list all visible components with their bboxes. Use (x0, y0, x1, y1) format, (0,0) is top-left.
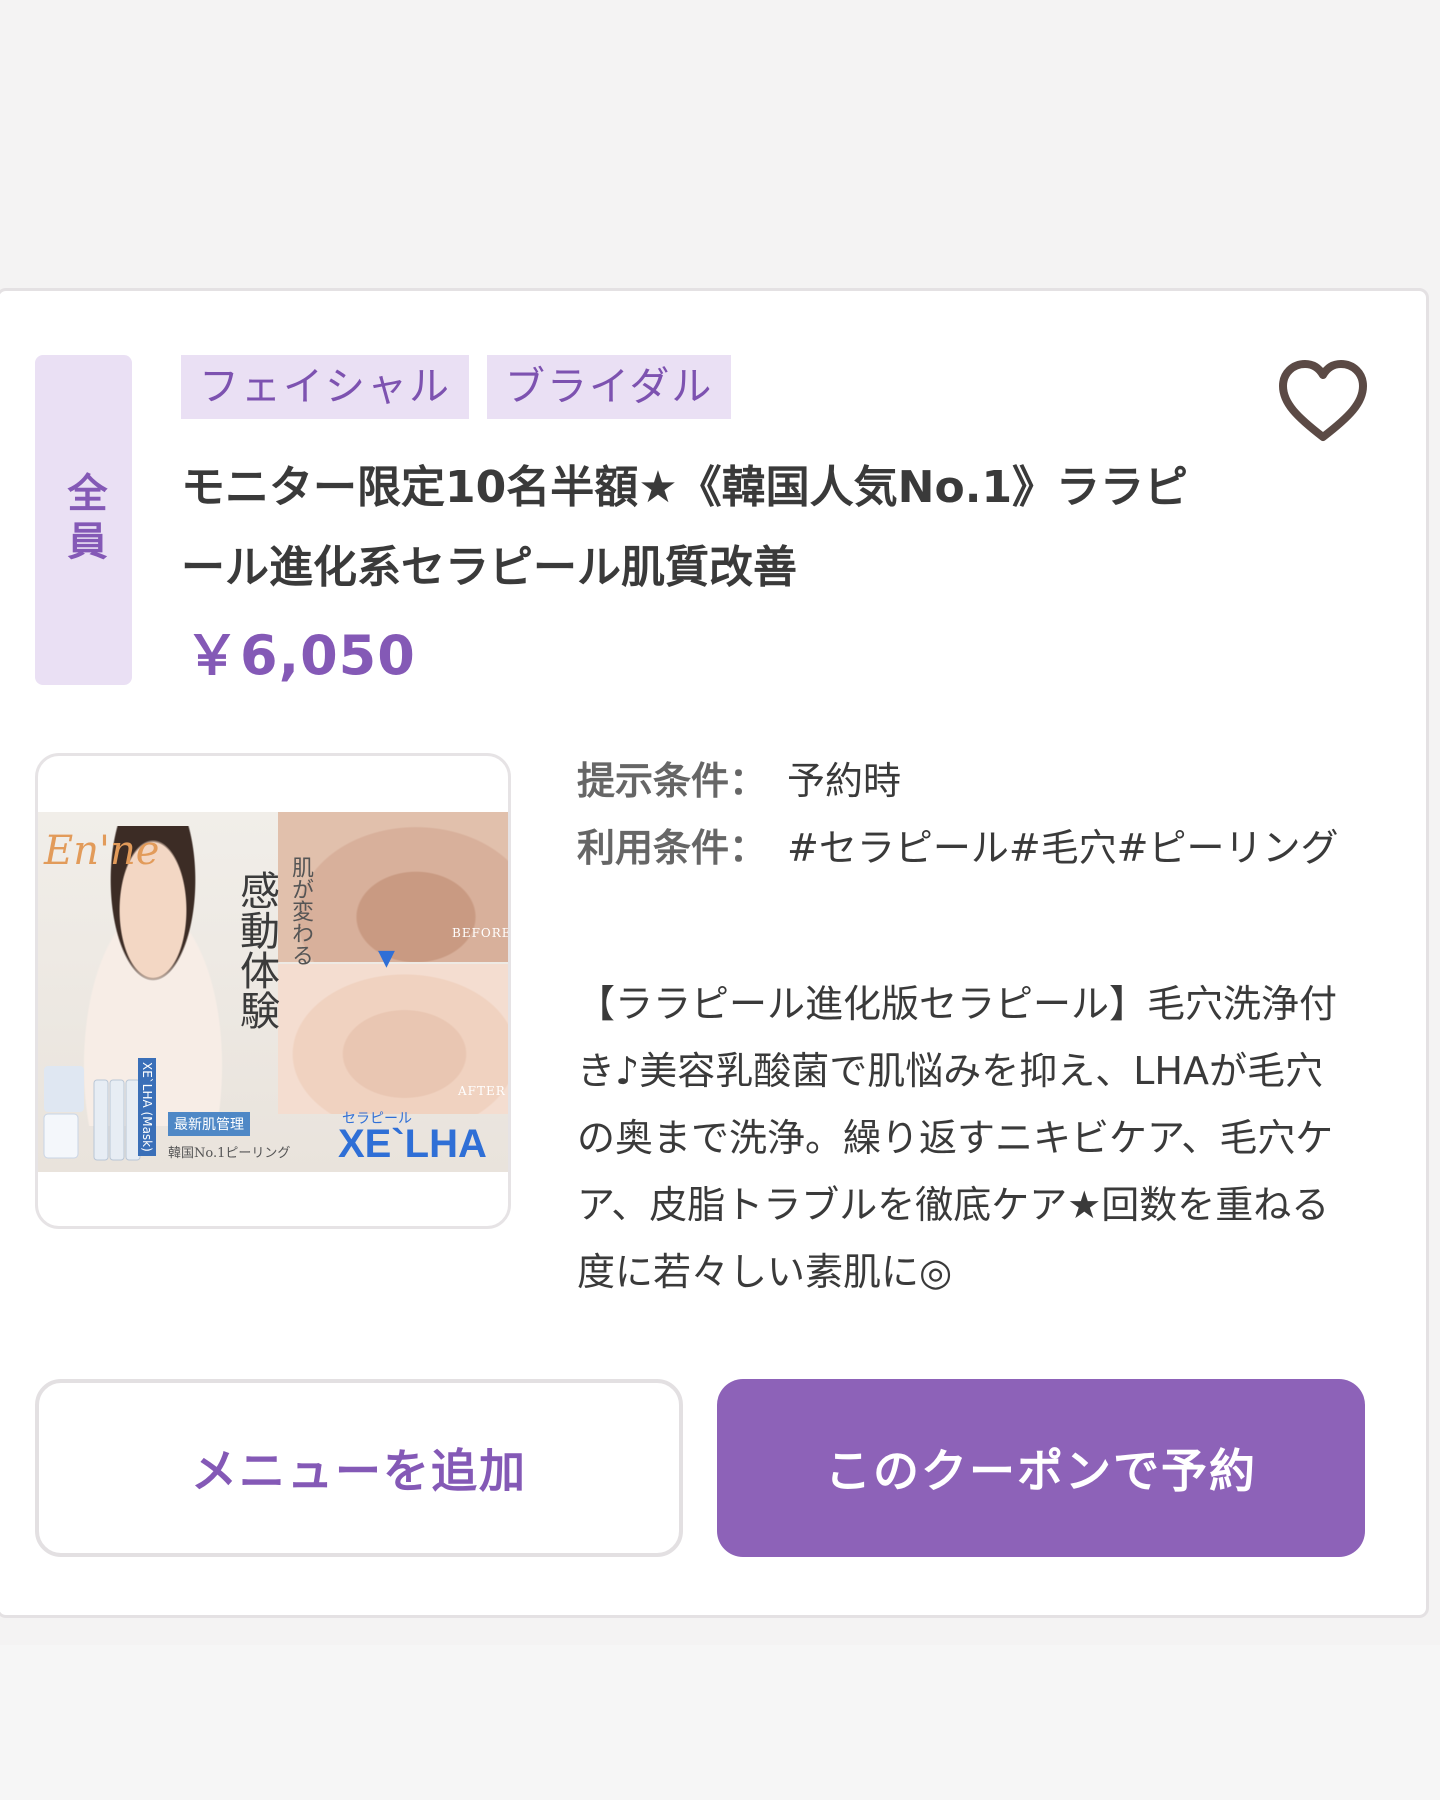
target-badge: 全員 (35, 355, 132, 685)
condition-label: 利用条件： (577, 826, 768, 870)
favorite-button[interactable] (1277, 359, 1369, 443)
tag-bridal: ブライダル (487, 355, 732, 419)
heart-outline-icon (1279, 360, 1367, 441)
target-badge-label: 全員 (60, 472, 107, 568)
condition-row: 利用条件： #セラピール#毛穴#ピーリング (577, 815, 1347, 882)
before-label: BEFORE (452, 926, 508, 940)
arrow-down-icon: ▼ (378, 946, 395, 971)
page-footer-band (0, 1645, 1440, 1800)
after-label: AFTER (458, 1084, 506, 1098)
coupon-image-frame[interactable]: En'ne BEFORE AFTER ▼ 感動体験 肌が変わる XE`LHA (… (35, 753, 511, 1229)
coupon-description: 【ララピール進化版セラピール】毛穴洗浄付き♪美容乳酸菌で肌悩みを抑え、LHAが毛… (577, 982, 1338, 1294)
coupon-card: 全員 フェイシャル ブライダル モニター限定10名半額★《韓国人気No.1》ララ… (0, 288, 1429, 1618)
page: 全員 フェイシャル ブライダル モニター限定10名半額★《韓国人気No.1》ララ… (0, 0, 1440, 1800)
condition-value: 予約時 (787, 759, 902, 803)
condition-label: 提示条件： (577, 759, 768, 803)
bottle-label: XE`LHA (Mask) (138, 1058, 156, 1156)
condition-row: 提示条件： 予約時 (577, 748, 1347, 815)
product-logo: XE`LHA (338, 1122, 487, 1166)
ad-caption: 韓国No.1ピーリング (168, 1146, 291, 1161)
coupon-title: モニター限定10名半額★《韓国人気No.1》ララピール進化系セラピール肌質改善 (181, 462, 1189, 593)
ad-headline: 感動体験 (233, 870, 279, 1030)
ad-subhead: 肌が変わる (288, 856, 313, 966)
tag-facial: フェイシャル (181, 355, 469, 419)
coupon-price: ￥6,050 (185, 624, 416, 687)
new-treatment-tag: 最新肌管理 (168, 1112, 250, 1136)
coupon-conditions: 提示条件： 予約時 利用条件： #セラピール#毛穴#ピーリング (577, 748, 1347, 882)
coupon-image: En'ne BEFORE AFTER ▼ 感動体験 肌が変わる XE`LHA (… (38, 812, 508, 1172)
reserve-with-coupon-button[interactable]: このクーポンで予約 (717, 1379, 1365, 1557)
condition-value: #セラピール#毛穴#ピーリング (787, 826, 1339, 870)
add-menu-button[interactable]: メニューを追加 (35, 1379, 683, 1557)
category-tags: フェイシャル ブライダル (181, 355, 732, 419)
brand-script: En'ne (44, 828, 160, 874)
